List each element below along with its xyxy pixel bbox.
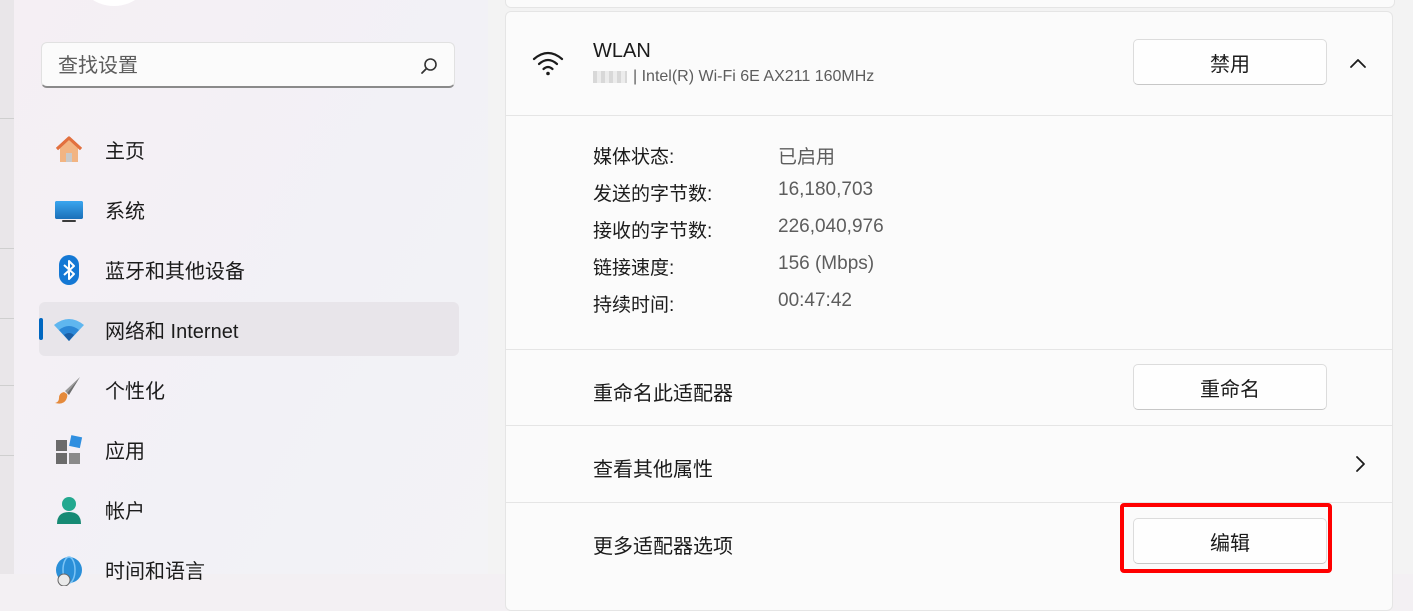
divider [0,455,14,456]
nav-item-label: 蓝牙和其他设备 [105,260,245,283]
nav-item-label: 主页 [105,140,145,163]
property-key: 发送的字节数: [593,184,713,205]
adapter-description-text: | Intel(R) Wi-Fi 6E AX211 160MHz [633,68,875,85]
divider [0,248,14,249]
rename-adapter-label: 重命名此适配器 [593,383,733,405]
avatar[interactable] [74,0,154,6]
nav-item-label: 时间和语言 [105,560,205,583]
chevron-up-icon[interactable] [1348,53,1368,73]
nav-item-bluetooth[interactable]: 蓝牙和其他设备 [39,242,459,296]
rename-adapter-row: 重命名此适配器 重命名 [506,349,1392,426]
redacted-text [593,70,627,83]
more-adapter-options-label: 更多适配器选项 [593,536,733,558]
bluetooth-icon [59,255,79,285]
brush-icon [55,377,80,404]
system-display-icon [55,201,83,222]
search-box[interactable] [41,42,455,88]
property-value: 226,040,976 [778,216,884,237]
adapter-header[interactable]: WLAN | Intel(R) Wi-Fi 6E AX211 160MHz 禁用 [506,12,1392,116]
nav-item-accounts[interactable]: 帐户 [39,482,459,536]
property-key: 链接速度: [593,258,675,279]
property-value: 156 (Mbps) [778,253,875,274]
disable-button[interactable]: 禁用 [1133,39,1327,85]
adapter-description: | Intel(R) Wi-Fi 6E AX211 160MHz [593,68,874,86]
divider [0,385,14,386]
nav-item-system[interactable]: 系统 [39,182,459,236]
globe-clock-icon [56,556,82,586]
property-key: 持续时间: [593,295,675,316]
background-window-edge [0,0,15,574]
nav-item-label: 应用 [105,440,145,463]
nav-item-label: 网络和 Internet [105,320,239,343]
search-icon[interactable] [420,57,438,75]
main-content: WLAN | Intel(R) Wi-Fi 6E AX211 160MHz 禁用… [488,0,1413,611]
nav-item-apps[interactable]: 应用 [39,422,459,476]
account-icon [57,497,81,524]
highlight-box [1120,503,1332,573]
divider [0,318,14,319]
view-more-properties-label: 查看其他属性 [593,459,713,481]
nav-item-network[interactable]: 网络和 Internet [39,302,459,356]
search-input[interactable] [56,51,400,81]
chevron-right-icon [1356,456,1365,472]
nav-item-time-language[interactable]: 时间和语言 [39,542,459,596]
network-wifi-icon [54,319,84,341]
property-value: 00:47:42 [778,290,852,311]
property-value: 已启用 [778,147,836,168]
wifi-icon [532,51,564,76]
property-value: 16,180,703 [778,179,874,200]
apps-icon [56,435,83,464]
nav-item-label: 系统 [105,200,145,223]
property-key: 接收的字节数: [593,221,713,242]
nav-item-home[interactable]: 主页 [39,122,459,176]
nav-item-label: 帐户 [105,500,145,523]
adapter-name: WLAN [593,40,651,62]
view-more-properties-row[interactable]: 查看其他属性 [506,425,1392,503]
sidebar: 主页 系统 蓝牙和其他设备 [14,0,488,586]
nav-item-label: 个性化 [105,380,165,403]
nav-list: 主页 系统 蓝牙和其他设备 网络和 Internet 个性化 应用 帐户 时间和… [39,122,459,602]
divider [0,118,14,119]
rename-button[interactable]: 重命名 [1133,364,1327,410]
home-icon [55,136,83,162]
nav-item-personalization[interactable]: 个性化 [39,362,459,416]
property-key: 媒体状态: [593,147,675,168]
previous-card-edge [505,0,1395,8]
